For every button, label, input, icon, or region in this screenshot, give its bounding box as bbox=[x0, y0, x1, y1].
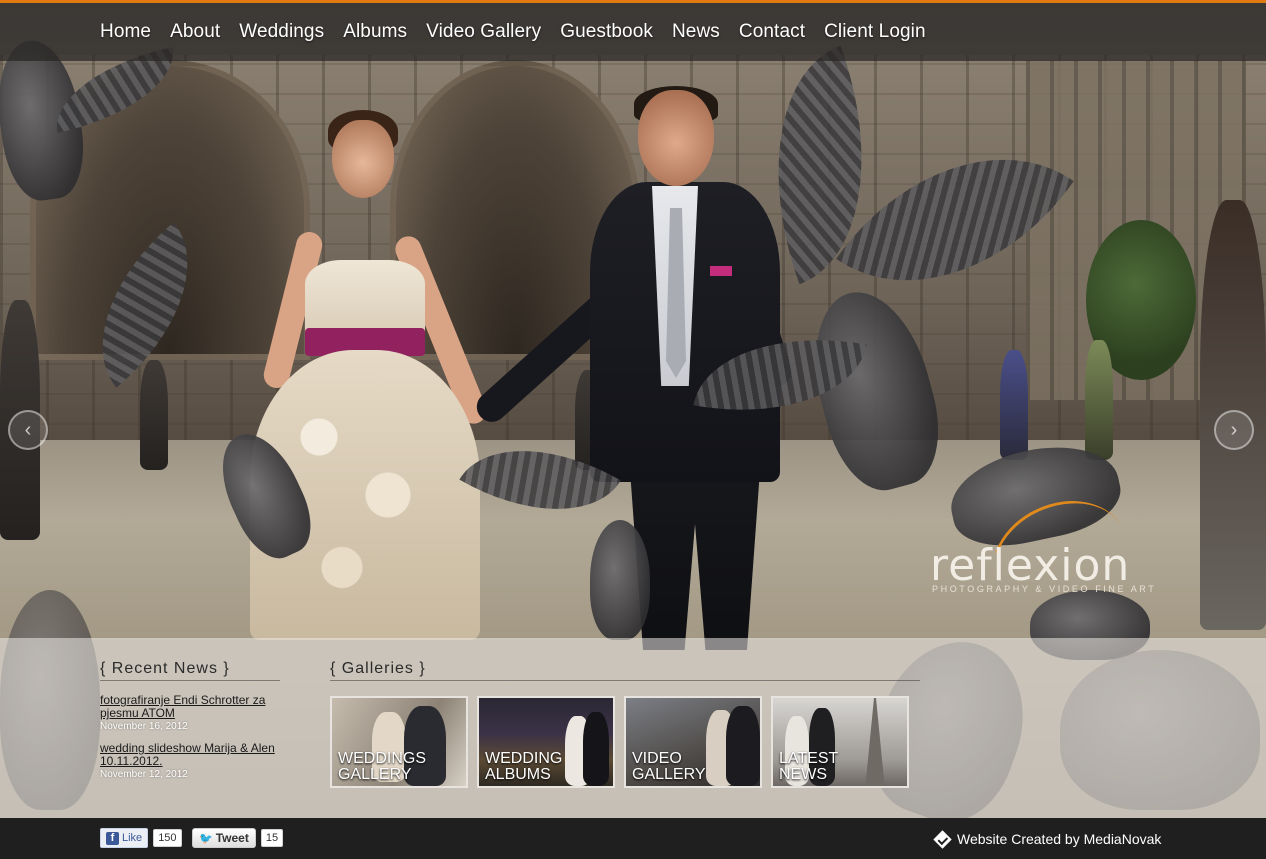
recent-news-rule bbox=[100, 680, 280, 681]
tile-line1: VIDEO bbox=[632, 750, 682, 767]
tweet-widget: 🐦 Tweet 15 bbox=[192, 828, 284, 848]
brand-logo: reflexion PHOTOGRAPHY & VIDEO FINE ART bbox=[930, 479, 1170, 639]
recent-news-heading: { Recent News } bbox=[100, 660, 230, 677]
nav-contact[interactable]: Contact bbox=[739, 21, 805, 43]
bystander bbox=[1085, 340, 1113, 460]
nav-albums[interactable]: Albums bbox=[343, 21, 407, 43]
tile-line2: NEWS bbox=[779, 766, 827, 783]
weddings-gallery-tile[interactable]: WEDDINGS GALLERY bbox=[330, 696, 468, 788]
nav-news[interactable]: News bbox=[672, 21, 720, 43]
bystander bbox=[140, 360, 168, 470]
news-item: wedding slideshow Marija & Alen 10.11.20… bbox=[100, 742, 290, 782]
nav-video-gallery[interactable]: Video Gallery bbox=[426, 21, 541, 43]
recent-news-list: fotografiranje Endi Schrotter za pjesmu … bbox=[100, 694, 290, 790]
tile-line2: ALBUMS bbox=[485, 766, 551, 783]
logo-tagline: PHOTOGRAPHY & VIDEO FINE ART bbox=[932, 584, 1157, 594]
tweet-button[interactable]: 🐦 Tweet bbox=[192, 828, 256, 848]
tweet-label: Tweet bbox=[215, 831, 249, 845]
medianovak-icon bbox=[933, 829, 952, 849]
galleries-rule bbox=[330, 680, 920, 681]
arrow-right-icon[interactable]: › bbox=[1214, 410, 1254, 450]
arrow-left-icon[interactable]: ‹ bbox=[8, 410, 48, 450]
tweet-count: 15 bbox=[260, 829, 284, 847]
bride bbox=[250, 110, 491, 640]
tile-line1: WEDDINGS bbox=[338, 750, 426, 767]
facebook-like-button[interactable]: f Like bbox=[100, 828, 149, 848]
video-gallery-tile[interactable]: VIDEO GALLERY bbox=[624, 696, 762, 788]
nav-guestbook[interactable]: Guestbook bbox=[560, 21, 653, 43]
main-nav: Home About Weddings Albums Video Gallery… bbox=[100, 21, 926, 43]
facebook-like-count: 150 bbox=[153, 829, 182, 847]
latest-news-tile[interactable]: LATEST NEWS bbox=[771, 696, 909, 788]
news-item-title[interactable]: wedding slideshow Marija & Alen 10.11.20… bbox=[100, 742, 290, 768]
wedding-albums-tile[interactable]: WEDDING ALBUMS bbox=[477, 696, 615, 788]
nav-weddings[interactable]: Weddings bbox=[239, 21, 324, 43]
news-item-date: November 12, 2012 bbox=[100, 769, 188, 780]
main-navbar: Home About Weddings Albums Video Gallery… bbox=[0, 3, 1266, 61]
nav-home[interactable]: Home bbox=[100, 21, 151, 43]
twitter-bird-icon: 🐦 bbox=[199, 832, 213, 845]
gallery-thumbnails: WEDDINGS GALLERY WEDDING ALBUMS VIDEO GALLE… bbox=[330, 696, 909, 788]
facebook-like-widget: f Like 150 bbox=[100, 828, 182, 848]
tile-line2: GALLERY bbox=[632, 766, 706, 783]
tile-line1: LATEST bbox=[779, 750, 839, 767]
footer: f Like 150 🐦 Tweet 15 Website Created by… bbox=[0, 818, 1266, 859]
facebook-like-label: Like bbox=[122, 832, 143, 844]
pigeon bbox=[590, 520, 650, 640]
facebook-icon: f bbox=[106, 831, 119, 845]
site-credit-link[interactable]: Website Created by MediaNovak bbox=[933, 829, 1162, 849]
nav-client-login[interactable]: Client Login bbox=[824, 21, 926, 43]
news-item-title[interactable]: fotografiranje Endi Schrotter za pjesmu … bbox=[100, 694, 290, 720]
bystander bbox=[1000, 350, 1028, 460]
tile-line2: GALLERY bbox=[338, 766, 412, 783]
galleries-heading: { Galleries } bbox=[330, 660, 426, 677]
site-credit-text: Website Created by MediaNovak bbox=[957, 831, 1162, 847]
nav-about[interactable]: About bbox=[170, 21, 220, 43]
news-item-date: November 16, 2012 bbox=[100, 721, 188, 732]
news-item: fotografiranje Endi Schrotter za pjesmu … bbox=[100, 694, 290, 734]
tile-line1: WEDDING bbox=[485, 750, 563, 767]
